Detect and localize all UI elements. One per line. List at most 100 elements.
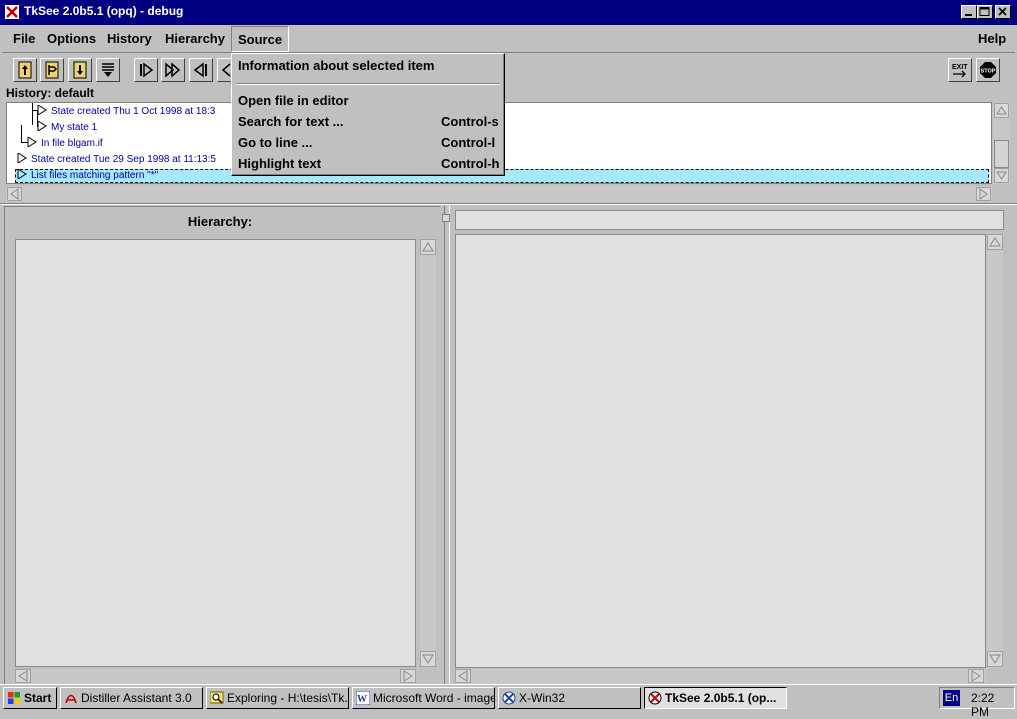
splitter-handle[interactable] [442,214,450,222]
accelerator-search: Control-s [441,114,499,129]
file-right-icon [45,61,59,79]
task-tksee[interactable]: TkSee 2.0b5.1 (op... [644,687,787,709]
tree-line [21,125,22,143]
close-button[interactable] [995,5,1011,19]
menu-history[interactable]: History [107,31,152,46]
task-distiller[interactable]: Distiller Assistant 3.0 [60,687,203,709]
scroll-up-button[interactable] [994,103,1009,118]
scroll-up-button[interactable] [987,234,1003,250]
scroll-left-button[interactable] [455,669,471,683]
exit-button[interactable]: EXIT [948,58,972,82]
vertical-splitter[interactable] [444,206,450,684]
magnifier-icon [210,691,224,704]
scroll-thumb[interactable] [994,140,1009,168]
menu-item-highlight-text[interactable]: Highlight text [238,156,321,171]
history-row[interactable]: In file blgam.if [27,137,103,149]
source-dropdown-menu: Information about selected item Open fil… [231,53,505,176]
stop-button[interactable]: STOP [976,58,1000,82]
filter-button[interactable] [96,58,120,82]
arrow-up-icon [989,237,1001,247]
menu-item-information[interactable]: Information about selected item [238,58,434,73]
arrow-up-icon [422,242,434,252]
history-label: History: default [6,86,95,100]
fast-forward-button[interactable] [161,58,185,82]
scroll-right-button[interactable] [976,187,991,201]
windows-logo-icon [8,692,20,704]
source-text-area[interactable] [455,234,986,668]
stop-icon: STOP [980,62,996,78]
hierarchy-vscrollbar[interactable] [420,239,436,667]
menu-separator [236,83,500,85]
menu-bar: File Options History Hierarchy Source He… [2,25,1015,53]
menu-hierarchy[interactable]: Hierarchy [165,31,225,46]
close-icon [998,7,1007,16]
fast-forward-icon [165,62,181,78]
system-tray: En 2:22 PM [939,687,1015,719]
menu-item-open-file[interactable]: Open file in editor [238,93,349,108]
history-row[interactable]: List files matching pattern "*" [17,169,158,181]
menu-item-go-to-line[interactable]: Go to line ... [238,135,312,150]
arrow-right-icon [403,670,413,682]
stop-label: STOP [981,69,996,75]
arrow-left-icon [18,670,28,682]
scroll-right-button[interactable] [968,669,984,683]
language-indicator[interactable]: En [943,690,960,706]
source-vscrollbar[interactable] [987,234,1003,668]
step-forward-icon [140,62,154,78]
step-back-button[interactable] [189,58,213,82]
history-hscrollbar[interactable] [6,186,992,202]
task-xwin32[interactable]: X-Win32 [498,687,641,709]
source-file-field[interactable] [455,210,1004,230]
arrow-right-icon [971,670,981,682]
play-icon [27,137,37,147]
play-icon [17,169,27,179]
pane-splitter[interactable] [0,203,1017,205]
tksee-icon [648,691,662,705]
menu-help[interactable]: Help [978,31,1006,46]
tree-line [32,103,33,125]
arrow-down-icon [996,171,1007,180]
acrobat-icon [65,694,77,704]
play-icon [37,121,47,131]
hierarchy-list[interactable] [15,239,416,667]
arrow-down-icon [422,654,434,664]
arrow-right-icon [979,188,988,200]
scroll-right-button[interactable] [400,669,416,683]
taskbar: Start Distiller Assistant 3.0 Exploring … [0,684,1017,719]
step-forward-button[interactable] [134,58,158,82]
exit-icon: EXIT [952,64,968,78]
play-icon [17,153,27,163]
file-up-icon [18,61,32,79]
scroll-left-button[interactable] [15,669,31,683]
file-down-button[interactable] [68,58,92,82]
source-hscrollbar[interactable] [455,669,986,684]
title-bar[interactable]: TkSee 2.0b5.1 (opq) - debug [0,0,1017,25]
task-exploring[interactable]: Exploring - H:\tesis\Tk... [206,687,349,709]
menu-options[interactable]: Options [47,31,96,46]
history-row[interactable]: State created Thu 1 Oct 1998 at 18:3 [37,105,215,117]
svg-text:W: W [357,694,367,705]
file-up-button[interactable] [13,58,37,82]
word-icon: W [356,691,370,705]
menu-file[interactable]: File [13,31,35,46]
maximize-button[interactable] [977,5,993,19]
arrow-down-icon [989,654,1001,664]
scroll-down-button[interactable] [420,651,436,667]
accelerator-goto: Control-l [441,135,496,150]
task-word[interactable]: W Microsoft Word - image... [352,687,495,709]
scroll-up-button[interactable] [420,239,436,255]
scroll-down-button[interactable] [994,168,1009,183]
history-row[interactable]: My state 1 [37,121,97,133]
menu-source[interactable]: Source [231,26,290,52]
menu-item-search-text[interactable]: Search for text ... [238,114,343,129]
file-right-button[interactable] [40,58,64,82]
scroll-down-button[interactable] [987,651,1003,667]
start-button[interactable]: Start [3,687,57,709]
xwin-icon [502,691,516,705]
scroll-left-button[interactable] [7,187,22,201]
clock[interactable]: 2:22 PM [971,691,1014,719]
hierarchy-hscrollbar[interactable] [15,669,416,684]
arrow-up-icon [996,106,1007,115]
minimize-button[interactable] [961,5,977,19]
history-row[interactable]: State created Tue 29 Sep 1998 at 11:13:5 [17,153,216,165]
